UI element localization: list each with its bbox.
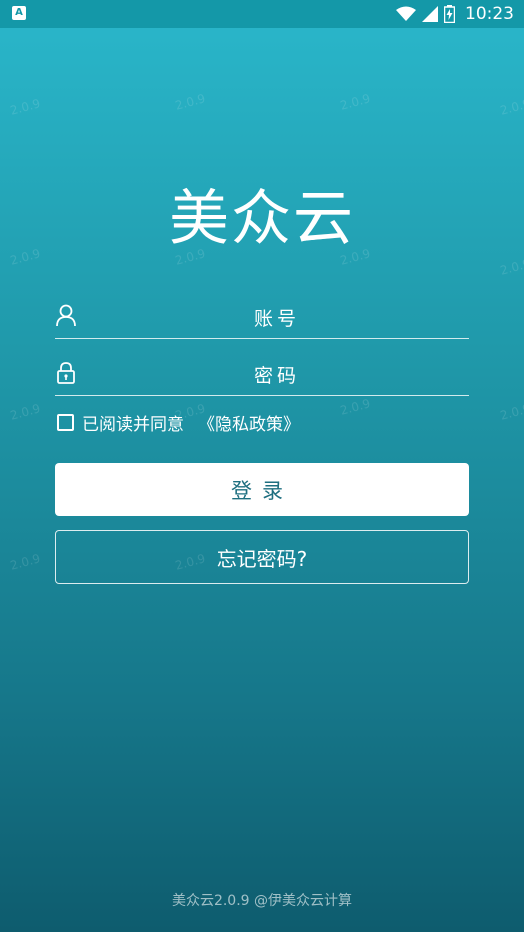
watermark: 2.0.9 [338, 91, 372, 113]
user-icon [56, 304, 76, 327]
footer-version: 美众云2.0.9 @伊美众云计算 [171, 893, 353, 909]
status-icons: 10:23 [396, 3, 514, 25]
watermark: 2.0.9 [173, 91, 207, 113]
app-title: 美众云 [169, 184, 355, 254]
login-button[interactable]: 登录 [55, 463, 469, 516]
watermark: 2.0.9 [498, 96, 524, 118]
password-field [55, 357, 469, 396]
forgot-password-button[interactable]: 忘记密码? [55, 530, 469, 584]
watermark: 2.0.9 [8, 96, 42, 118]
watermark: 2.0.9 [338, 396, 372, 418]
watermark: 2.0.9 [498, 256, 524, 278]
account-field [55, 300, 469, 339]
agree-text: 已阅读并同意 [82, 414, 184, 435]
watermark: 2.0.9 [8, 551, 42, 573]
wifi-icon [396, 6, 416, 21]
account-input[interactable] [85, 300, 469, 338]
password-input[interactable] [85, 357, 469, 395]
lock-icon [57, 362, 75, 384]
privacy-policy-link[interactable]: 《隐私政策》 [198, 410, 300, 435]
agree-checkbox[interactable] [57, 413, 74, 431]
status-time: 10:23 [465, 4, 514, 24]
status-bar: A 10:23 [0, 0, 524, 28]
signal-icon [422, 6, 438, 22]
battery-charging-icon [444, 5, 455, 23]
privacy-agreement: 已阅读并同意 《隐私政策》 [57, 410, 300, 435]
watermark: 2.0.9 [498, 401, 524, 423]
watermark: 2.0.9 [8, 401, 42, 423]
app-notification-icon: A [12, 6, 26, 20]
